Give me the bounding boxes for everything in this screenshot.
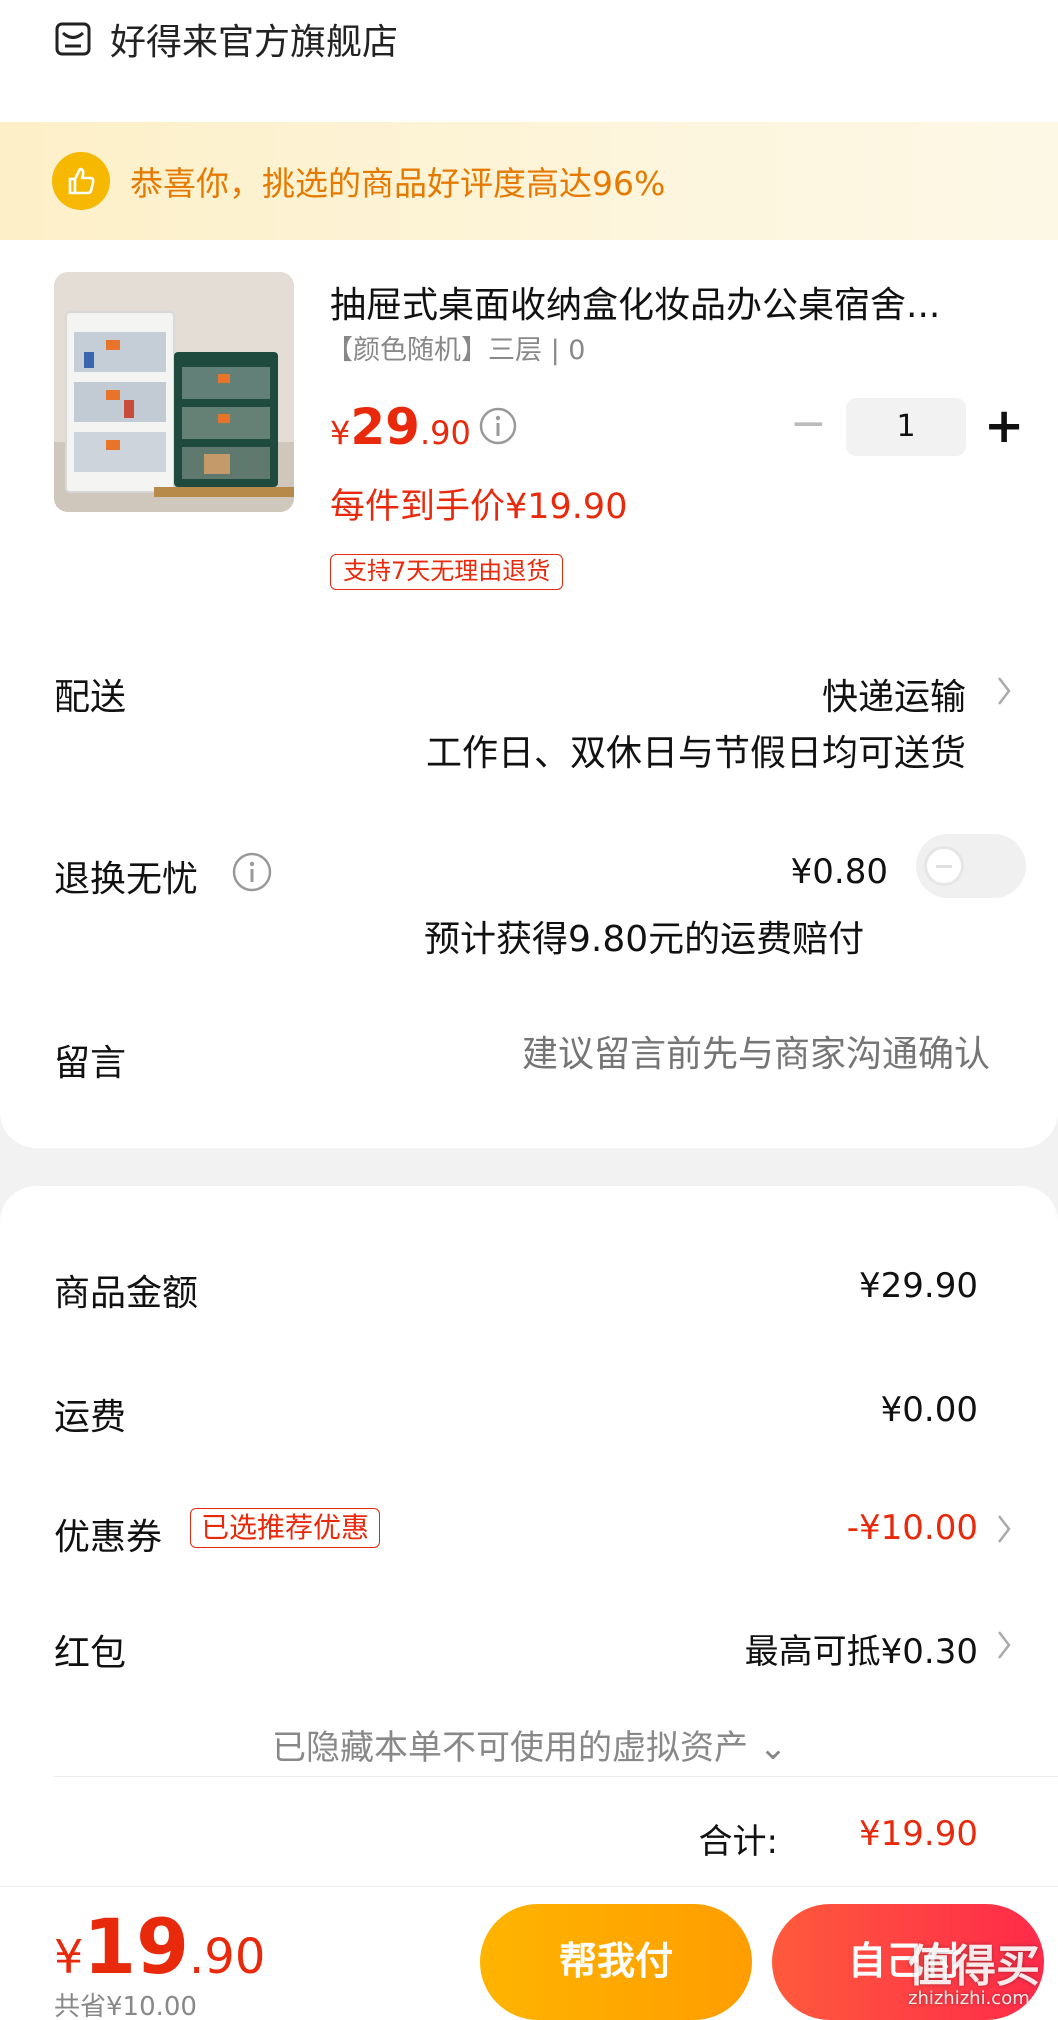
red-packet-label: 红包 xyxy=(54,1633,127,1674)
pay-symbol: ¥ xyxy=(54,1930,84,1984)
chevron-right-icon[interactable] xyxy=(994,1512,1014,1546)
return-service-note: 预计获得9.80元的运费赔付 xyxy=(424,919,865,960)
hidden-assets-toggle[interactable]: 已隐藏本单不可使用的虚拟资产 ⌄ xyxy=(272,1720,787,1769)
coupon-value[interactable]: -¥10.00 xyxy=(847,1508,978,1548)
order-card: 好得来官方旗舰店 恭喜你，挑选的商品好评度高达96% 抽屉式桌面收纳盒化妆品办公… xyxy=(0,0,1058,1148)
shop-header[interactable]: 好得来官方旗舰店 xyxy=(54,14,398,64)
return-service-label: 退换无忧 xyxy=(54,859,199,900)
goods-amount-label: 商品金额 xyxy=(54,1273,199,1314)
product-spec[interactable]: 【颜色随机】三层 | 0 xyxy=(326,328,585,367)
price-decimal: .90 xyxy=(419,414,471,452)
delivery-note: 工作日、双休日与节假日均可送货 xyxy=(425,733,966,774)
delivery-label: 配送 xyxy=(54,677,127,718)
product-image[interactable] xyxy=(54,272,294,512)
quantity-field[interactable]: 1 xyxy=(846,398,966,456)
divider xyxy=(54,1776,1058,1777)
return-service-price: ¥0.80 xyxy=(790,852,888,892)
chevron-right-icon[interactable] xyxy=(994,674,1014,708)
banner-text: 恭喜你，挑选的商品好评度高达96% xyxy=(130,164,666,203)
thumbs-up-icon xyxy=(52,152,110,210)
shop-name: 好得来官方旗舰店 xyxy=(110,22,399,63)
toggle-knob xyxy=(924,846,964,886)
pay-amount: ¥ 19 .90 xyxy=(54,1902,265,1991)
shipping-label: 运费 xyxy=(54,1397,127,1438)
price-integer: 29 xyxy=(350,398,420,456)
info-icon[interactable] xyxy=(230,850,274,894)
delivery-method[interactable]: 快递运输 xyxy=(822,668,966,720)
product-title[interactable]: 抽屉式桌面收纳盒化妆品办公桌宿舍... xyxy=(330,276,990,328)
total-label: 合计: xyxy=(698,1822,778,1862)
info-icon[interactable] xyxy=(478,406,518,446)
chevron-right-icon[interactable] xyxy=(994,1628,1014,1662)
total-value: ¥19.90 xyxy=(859,1814,978,1854)
goods-amount-value: ¥29.90 xyxy=(859,1266,978,1306)
refund-tag: 支持7天无理由退货 xyxy=(330,554,564,590)
message-label: 留言 xyxy=(54,1043,127,1084)
shop-icon xyxy=(55,22,91,56)
return-service-toggle[interactable] xyxy=(916,834,1026,898)
unit-price: 每件到手价¥19.90 xyxy=(330,487,628,527)
watermark-url: zhizhizhi.com xyxy=(908,1988,1030,2009)
coupon-label: 优惠券 xyxy=(54,1517,163,1558)
quantity-increase-button[interactable]: + xyxy=(984,398,1024,456)
quantity-decrease-button[interactable]: − xyxy=(790,402,827,450)
watermark-logo: 值得买 xyxy=(908,1941,1040,1992)
saved-amount: 共省¥10.00 xyxy=(54,1992,197,2020)
pay-integer: 19 xyxy=(83,1902,190,1991)
help-pay-button[interactable]: 帮我付 xyxy=(480,1904,752,2020)
coupon-tag: 已选推荐优惠 xyxy=(190,1508,381,1548)
message-input[interactable] xyxy=(430,1034,990,1075)
price-symbol: ¥ xyxy=(330,414,351,452)
product-price: ¥ 29 .90 xyxy=(330,398,471,456)
rating-banner: 恭喜你，挑选的商品好评度高达96% xyxy=(0,122,1058,240)
shipping-value: ¥0.00 xyxy=(880,1390,978,1430)
pay-decimal: .90 xyxy=(189,1929,266,1985)
red-packet-value[interactable]: 最高可抵¥0.30 xyxy=(745,1624,978,1673)
